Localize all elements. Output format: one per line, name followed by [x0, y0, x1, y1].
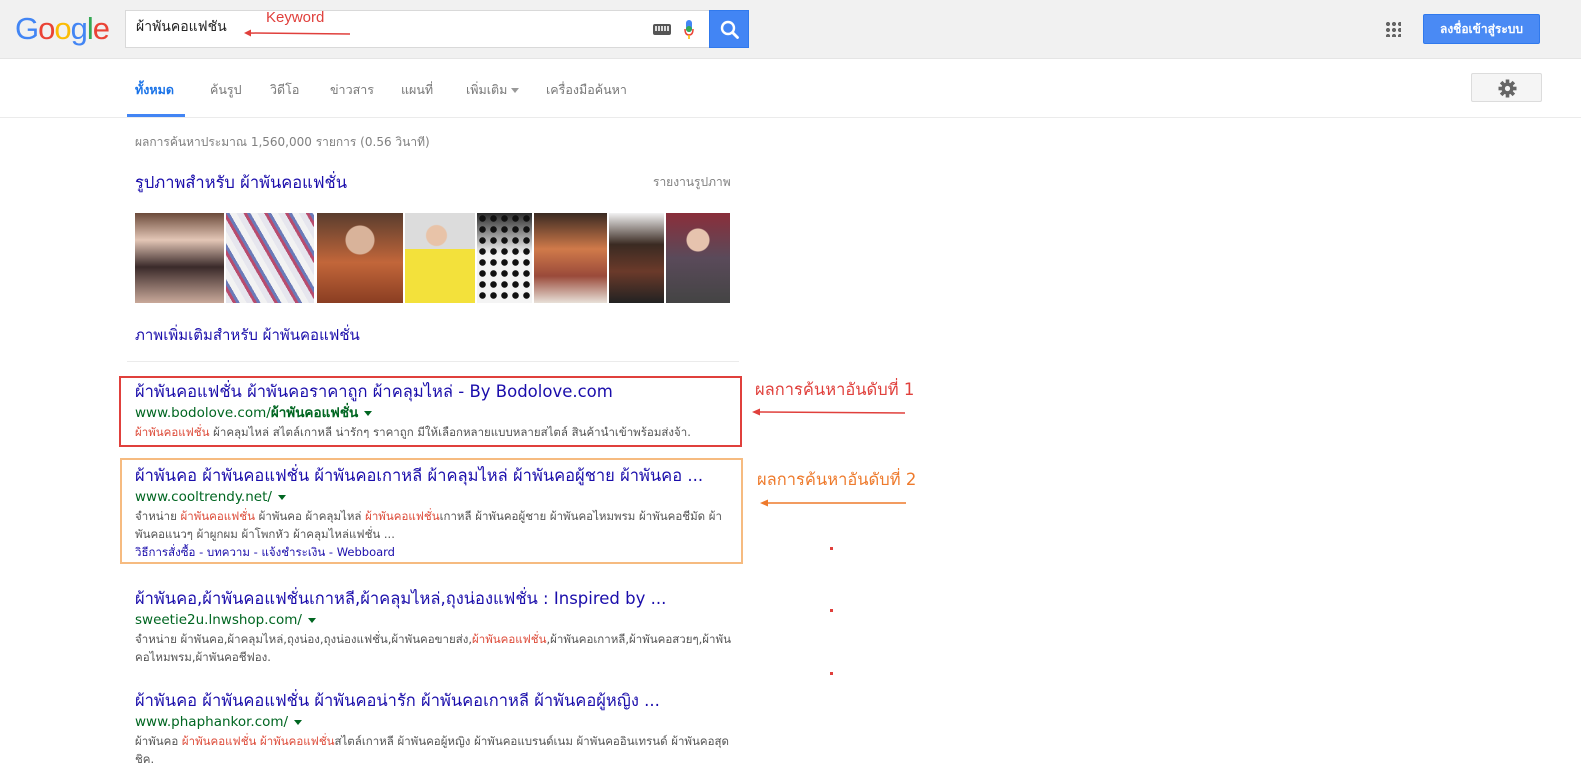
images-section-title[interactable]: รูปภาพสำหรับ ผ้าพันคอแฟชั่น — [135, 170, 347, 196]
image-thumbnail[interactable] — [317, 213, 403, 303]
image-thumbnail[interactable] — [135, 213, 224, 303]
annotation-label-rank2: ผลการค้นหาอันดับที่ 2 — [757, 470, 917, 489]
dropdown-arrow-icon — [511, 88, 520, 93]
image-thumbnail[interactable] — [405, 213, 475, 303]
snippet-keyword: ผ้าพันคอแฟชั่น — [181, 734, 257, 748]
active-tab-underline — [127, 114, 185, 117]
search-button[interactable] — [709, 10, 749, 48]
logo-letter: g — [70, 11, 88, 46]
tab-videos[interactable]: วิดีโอ — [270, 80, 299, 100]
image-thumbnail[interactable] — [666, 213, 730, 303]
logo-letter: o — [54, 11, 71, 46]
microphone-icon[interactable] — [684, 20, 694, 40]
result-url-text: sweetie2u.lnwshop.com/ — [135, 612, 302, 628]
annotation-dot — [830, 609, 833, 612]
result-title-link[interactable]: ผ้าพันคอ,ผ้าพันคอแฟชั่นเกาหลี,ผ้าคลุมไหล… — [135, 588, 735, 610]
result-url: www.phaphankor.com/ — [135, 712, 735, 732]
search-input[interactable] — [136, 19, 636, 35]
image-thumbnail[interactable] — [534, 213, 607, 303]
logo-letter: G — [15, 11, 39, 46]
tab-search-tools[interactable]: เครื่องมือค้นหา — [546, 80, 627, 100]
report-images-link[interactable]: รายงานรูปภาพ — [653, 173, 731, 192]
gear-icon — [1498, 79, 1517, 98]
image-thumbnail[interactable] — [477, 213, 532, 303]
tab-images[interactable]: ค้นรูป — [210, 80, 242, 100]
snippet-text: ผ้าพันคอ — [135, 734, 182, 748]
google-logo[interactable]: Google — [15, 9, 110, 49]
image-strip — [135, 213, 730, 303]
search-result: ผ้าพันคอ ผ้าพันคอแฟชั่น ผ้าพันคอน่ารัก ผ… — [135, 690, 735, 768]
signin-button[interactable]: ลงชื่อเข้าสู่ระบบ — [1423, 14, 1540, 44]
section-divider — [127, 361, 739, 362]
result-url-text: www.phaphankor.com/ — [135, 714, 289, 730]
logo-letter: o — [38, 11, 55, 46]
search-box — [125, 10, 710, 48]
annotation-dot — [830, 547, 833, 550]
dropdown-arrow-icon[interactable] — [307, 617, 316, 623]
result-stats: ผลการค้นหาประมาณ 1,560,000 รายการ (0.56 … — [135, 135, 430, 149]
search-nav: ทั้งหมด ค้นรูป วิดีโอ ข่าวสาร แผนที่ เพิ… — [0, 60, 1581, 118]
annotation-arrow-rank2 — [760, 499, 906, 507]
snippet-keyword: ผ้าพันคอแฟชั่น — [472, 632, 547, 646]
result-title-link[interactable]: ผ้าพันคอ ผ้าพันคอแฟชั่น ผ้าพันคอน่ารัก ผ… — [135, 690, 735, 712]
annotation-keyword-arrow — [244, 29, 351, 37]
more-images-link[interactable]: ภาพเพิ่มเติมสำหรับ ผ้าพันคอแฟชั่น — [135, 323, 360, 347]
tab-news[interactable]: ข่าวสาร — [330, 80, 374, 100]
result-snippet: จำหน่าย ผ้าพันคอ,ผ้าคลุมไหล่,ถุงน่อง,ถุง… — [135, 630, 735, 666]
image-thumbnail[interactable] — [609, 213, 664, 303]
logo-letter: e — [92, 11, 110, 46]
apps-grid-icon[interactable] — [1385, 21, 1401, 37]
annotation-box-rank1 — [119, 376, 742, 447]
tab-maps[interactable]: แผนที่ — [401, 80, 433, 100]
settings-button[interactable] — [1471, 73, 1542, 102]
result-url: sweetie2u.lnwshop.com/ — [135, 610, 735, 630]
snippet-keyword: ผ้าพันคอแฟชั่น — [260, 734, 335, 748]
image-thumbnail[interactable] — [226, 213, 314, 303]
annotation-label-rank1: ผลการค้นหาอันดับที่ 1 — [755, 380, 915, 399]
tab-all[interactable]: ทั้งหมด — [135, 80, 174, 100]
tab-more-label: เพิ่มเติม — [466, 82, 508, 97]
result-snippet: ผ้าพันคอ ผ้าพันคอแฟชั่น ผ้าพันคอแฟชั่นสไ… — [135, 732, 735, 768]
search-result: ผ้าพันคอ,ผ้าพันคอแฟชั่นเกาหลี,ผ้าคลุมไหล… — [135, 588, 735, 666]
annotation-box-rank2 — [120, 458, 743, 564]
snippet-text: จำหน่าย ผ้าพันคอ,ผ้าคลุมไหล่,ถุงน่อง,ถุง… — [135, 632, 473, 646]
tab-more[interactable]: เพิ่มเติม — [466, 80, 520, 100]
annotation-keyword-label: Keyword — [266, 9, 325, 26]
top-header: Google ลงชื่อเข้าสู่ระบบ Keyword — [0, 0, 1581, 59]
annotation-dot — [830, 672, 833, 675]
search-icon — [720, 20, 739, 39]
annotation-arrow-rank1 — [752, 408, 906, 416]
keyboard-icon[interactable] — [653, 24, 671, 35]
dropdown-arrow-icon[interactable] — [294, 719, 303, 725]
